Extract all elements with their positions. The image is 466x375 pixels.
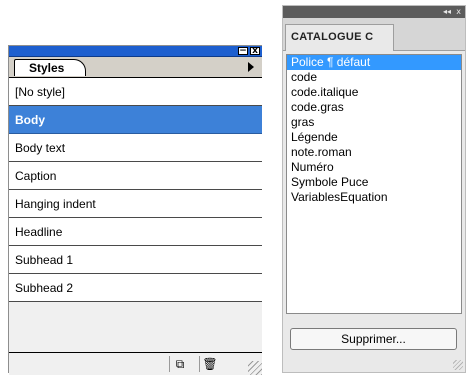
style-item-subhead-2[interactable]: Subhead 2: [9, 274, 262, 302]
minimize-button[interactable]: −: [238, 47, 248, 56]
styles-tab-row: Styles: [9, 57, 262, 78]
style-item-caption[interactable]: Caption: [9, 162, 262, 190]
style-item-headline[interactable]: Headline: [9, 218, 262, 246]
delete-button[interactable]: Supprimer...: [290, 328, 457, 350]
catalogue-item-code-italique[interactable]: code.italique: [287, 85, 461, 100]
close-button[interactable]: x: [250, 47, 260, 56]
catalogue-item-code-gras[interactable]: code.gras: [287, 100, 461, 115]
style-item-subhead-1[interactable]: Subhead 1: [9, 246, 262, 274]
catalogue-panel: ◂◂ x CATALOGUE C Police ¶ défaut code co…: [282, 5, 466, 373]
catalogue-item-symbole-puce[interactable]: Symbole Puce: [287, 175, 461, 190]
trash-icon[interactable]: 🗑: [199, 356, 220, 372]
tab-styles[interactable]: Styles: [14, 59, 86, 76]
styles-titlebar[interactable]: − x: [9, 46, 262, 57]
catalogue-item-legende[interactable]: Légende: [287, 130, 461, 145]
style-item-body-text[interactable]: Body text: [9, 134, 262, 162]
close-icon[interactable]: x: [456, 6, 461, 18]
resize-grip-icon[interactable]: [453, 360, 463, 370]
collapse-icon[interactable]: ◂◂: [443, 6, 451, 18]
catalogue-item-variables-equation[interactable]: VariablesEquation: [287, 190, 461, 205]
catalogue-item-numero[interactable]: Numéro: [287, 160, 461, 175]
catalogue-item-police-defaut[interactable]: Police ¶ défaut: [287, 55, 461, 70]
tab-catalogue[interactable]: CATALOGUE C: [285, 24, 394, 51]
style-item-body[interactable]: Body: [9, 106, 262, 134]
style-item-hanging-indent[interactable]: Hanging indent: [9, 190, 262, 218]
catalogue-item-gras[interactable]: gras: [287, 115, 461, 130]
styles-list: [No style] Body Body text Caption Hangin…: [9, 78, 262, 302]
style-item-no-style[interactable]: [No style]: [9, 78, 262, 106]
catalogue-tab-row: CATALOGUE C: [283, 18, 465, 51]
styles-footer: ⧉ 🗑: [9, 352, 262, 375]
panel-menu-arrow-icon[interactable]: [248, 62, 254, 72]
new-style-icon[interactable]: ⧉: [169, 356, 190, 372]
catalogue-topbar[interactable]: ◂◂ x: [283, 6, 465, 18]
catalogue-list[interactable]: Police ¶ défaut code code.italique code.…: [286, 54, 462, 314]
styles-panel: − x Styles [No style] Body Body text Cap…: [8, 45, 262, 375]
catalogue-item-note-roman[interactable]: note.roman: [287, 145, 461, 160]
catalogue-item-code[interactable]: code: [287, 70, 461, 85]
